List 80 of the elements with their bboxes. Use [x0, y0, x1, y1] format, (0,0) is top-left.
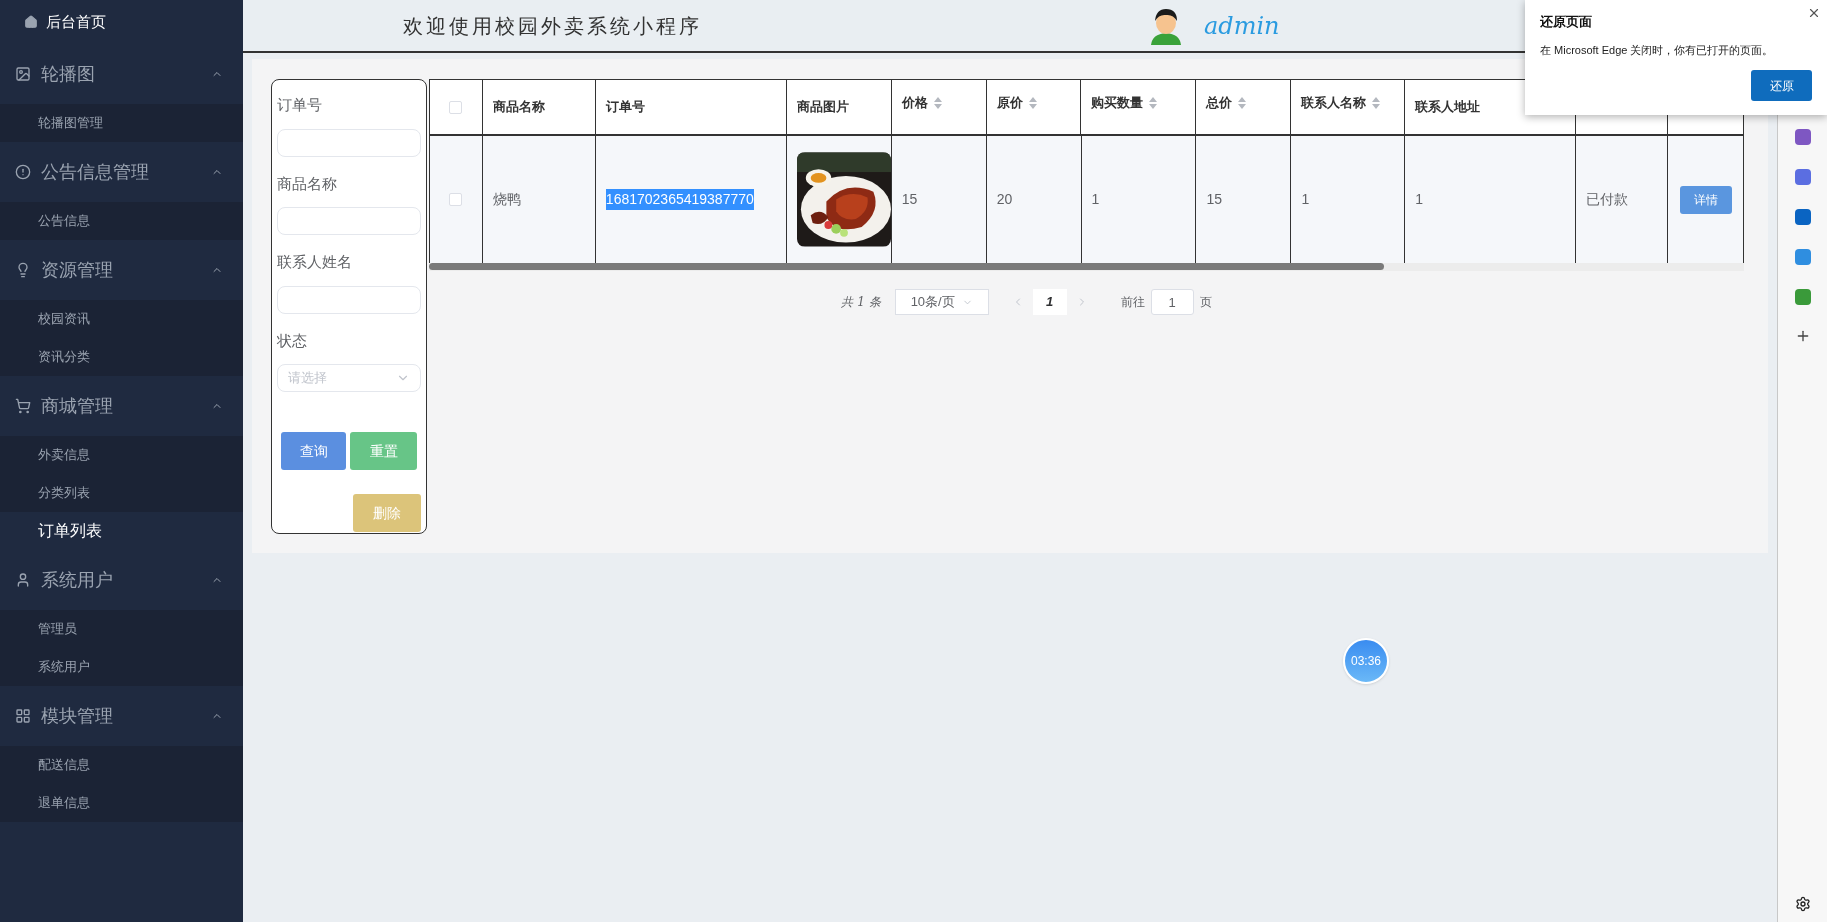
welcome-title: 欢迎使用校园外卖系统小程序: [403, 12, 703, 40]
column-header: 总价: [1206, 94, 1233, 113]
column-header: 订单号: [605, 98, 645, 117]
goto-page-field[interactable]: 1: [1150, 289, 1194, 315]
text-field[interactable]: [277, 285, 421, 314]
app-icon[interactable]: [1793, 168, 1812, 186]
sidebar-group[interactable]: 系统用户: [0, 550, 243, 610]
column-header: 联系人地址: [1415, 98, 1481, 117]
popup-message: 在 Microsoft Edge 关闭时，你有已打开的页面。: [1540, 42, 1775, 58]
query-button[interactable]: 查询: [281, 432, 346, 470]
column-header: 联系人名称: [1301, 94, 1367, 113]
sidebar-item[interactable]: 公告信息: [0, 202, 243, 240]
sidebar-item[interactable]: 外卖信息: [0, 436, 243, 474]
column-header: 价格: [901, 94, 928, 113]
column-header: 购买数量: [1091, 94, 1144, 113]
sidebar-home-item[interactable]: 后台首页: [0, 0, 243, 44]
table-cell-text: 1: [1301, 190, 1310, 209]
field-label: 商品名称: [277, 173, 338, 194]
group-icon: [15, 164, 31, 180]
app-icon[interactable]: [1793, 248, 1812, 266]
total-count: 共 1 条: [841, 294, 881, 311]
table-cell-text: 20: [996, 190, 1013, 209]
table-cell-text: 已付款: [1586, 190, 1629, 209]
scrollbar-track[interactable]: [429, 263, 1744, 271]
app-icon[interactable]: [1793, 288, 1812, 306]
sidebar-item[interactable]: 退单信息: [0, 784, 243, 822]
text-field[interactable]: [277, 207, 421, 235]
field-label: 状态: [277, 330, 308, 351]
popup-title: 还原页面: [1540, 13, 1593, 31]
sidebar-item[interactable]: 订单列表: [0, 512, 243, 550]
sidebar-group[interactable]: 公告信息管理: [0, 142, 243, 202]
sidebar-group[interactable]: 模块管理: [0, 686, 243, 746]
group-icon: [15, 262, 31, 278]
sort-icon[interactable]: [1238, 97, 1247, 109]
close-button[interactable]: [1807, 6, 1821, 20]
page-number[interactable]: 1: [1032, 289, 1067, 315]
sidebar-group[interactable]: 商城管理: [0, 376, 243, 436]
app-icon[interactable]: [1793, 128, 1812, 146]
table-cell-text: 烧鸭: [492, 190, 521, 209]
sidebar-item[interactable]: 校园资讯: [0, 300, 243, 338]
table-cell: 1681702365419387770: [605, 189, 754, 210]
sidebar-item[interactable]: 管理员: [0, 610, 243, 648]
app-icon[interactable]: [1793, 208, 1812, 226]
group-icon: [15, 572, 31, 588]
field-label: 订单号: [277, 95, 323, 115]
sort-icon[interactable]: [933, 97, 942, 109]
table-cell-text: 15: [901, 190, 918, 209]
timer-bubble: 03:36: [1343, 638, 1389, 684]
sort-icon[interactable]: [1372, 97, 1381, 109]
table-cell-text: 1: [1415, 190, 1424, 209]
page-size-select[interactable]: 10条/页: [894, 289, 989, 315]
sidebar-item[interactable]: 分类列表: [0, 474, 243, 512]
table-cell-text: 1: [1091, 190, 1100, 209]
restore-button[interactable]: 还原: [1751, 70, 1812, 101]
select-all-checkbox[interactable]: [449, 100, 463, 114]
row-checkbox[interactable]: [449, 193, 463, 206]
group-icon: [15, 708, 31, 724]
column-header: 原价: [996, 94, 1023, 113]
sort-icon[interactable]: [1028, 97, 1037, 109]
sidebar-group[interactable]: 资源管理: [0, 240, 243, 300]
goto-unit: 页: [1199, 294, 1212, 311]
group-icon: [15, 66, 31, 82]
column-header: 商品图片: [796, 98, 849, 117]
username: admin: [1204, 10, 1280, 42]
sidebar-group[interactable]: 轮播图: [0, 44, 243, 104]
user-avatar-icon: [1148, 6, 1184, 45]
scrollbar-thumb[interactable]: [429, 263, 1384, 270]
column-header: 商品名称: [492, 98, 545, 117]
settings-icon[interactable]: [1794, 896, 1811, 912]
sidebar-item[interactable]: 轮播图管理: [0, 104, 243, 142]
goto-label: 前往: [1120, 294, 1145, 311]
group-icon: [15, 398, 31, 414]
table-cell-text: 15: [1206, 190, 1223, 209]
sidebar-item[interactable]: 系统用户: [0, 648, 243, 686]
text-field[interactable]: [277, 128, 421, 157]
sidebar-item[interactable]: 资讯分类: [0, 338, 243, 376]
home-icon: [24, 15, 38, 29]
sidebar-item[interactable]: 配送信息: [0, 746, 243, 784]
field-label: 联系人姓名: [277, 252, 353, 272]
sort-icon[interactable]: [1149, 97, 1158, 109]
